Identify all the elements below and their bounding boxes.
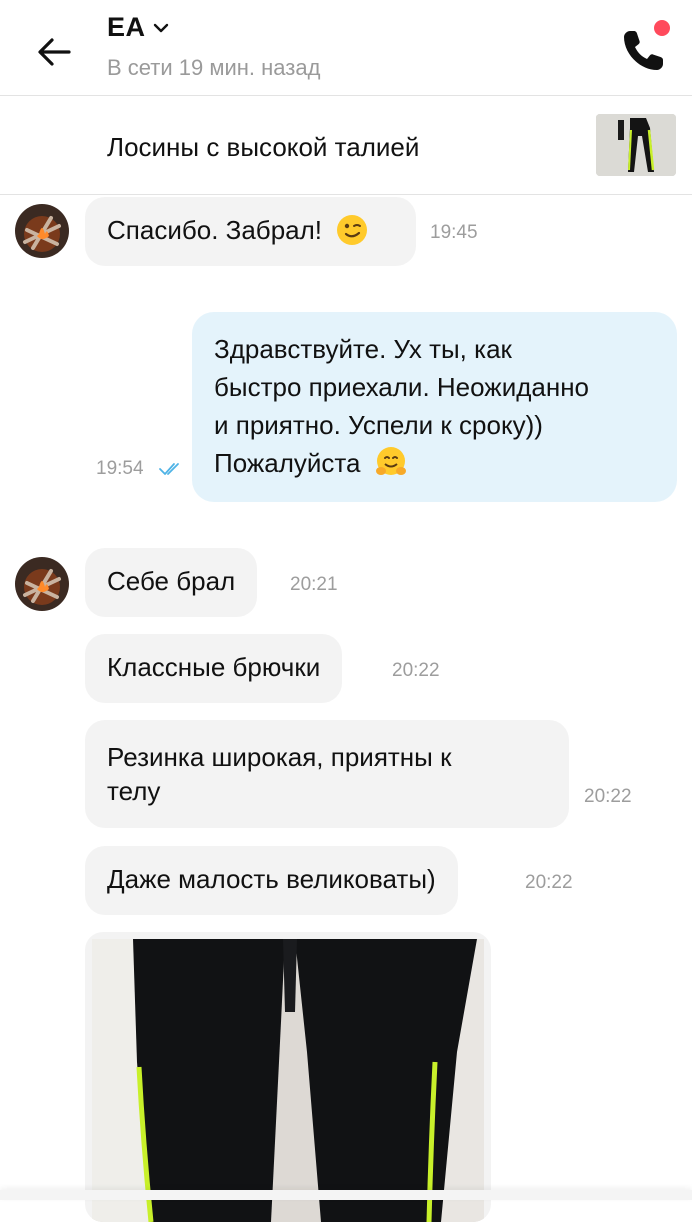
leggings-thumbnail-image (596, 114, 676, 176)
message-bubble[interactable]: Спасибо. Забрал! (85, 197, 416, 266)
chat-header (0, 0, 692, 96)
message-photo[interactable] (85, 932, 491, 1222)
message-text: Классные брючки (107, 652, 321, 682)
message-text: Даже малость великоваты) (107, 864, 436, 894)
message-time: 19:45 (430, 222, 478, 243)
message-text: Спасибо. Забрал! (107, 215, 323, 245)
message-time: 20:22 (392, 660, 440, 681)
message-bubble[interactable]: Себе брал (85, 548, 258, 617)
product-title: Лосины с высокой талией (107, 132, 420, 162)
message-text: Себе брал (107, 566, 236, 596)
read-checkmarks-icon (159, 463, 179, 475)
contact-avatar[interactable] (15, 204, 69, 258)
contact-avatar[interactable] (15, 557, 69, 611)
message-line: телу (107, 776, 161, 806)
message-time: 20:22 (584, 786, 632, 807)
online-status: В сети 19 мин. назад (107, 55, 321, 80)
message-line: и приятно. Успели к сроку)) (214, 410, 543, 440)
contact-name: EA (107, 12, 146, 42)
message-bubble[interactable]: Даже малость великоваты) (85, 846, 458, 915)
campfire-avatar-image (15, 204, 69, 258)
arrow-left-icon (38, 38, 71, 66)
message-bubble[interactable]: Классные брючки (85, 634, 343, 703)
message-line: Здравствуйте. Ух ты, как (214, 334, 512, 364)
back-button[interactable] (30, 28, 78, 76)
unread-dot (654, 20, 670, 36)
message-time: 20:21 (290, 574, 338, 595)
message-bubble-outgoing[interactable]: Здравствуйте. Ух ты, как быстро приехали… (192, 312, 677, 502)
message-line: Резинка широкая, приятны к (107, 742, 452, 772)
bottom-bar (0, 1190, 692, 1200)
message-line: быстро приехали. Неожиданно (214, 372, 590, 402)
hugging-face-icon (375, 447, 406, 476)
message-time: 20:22 (525, 872, 573, 893)
product-thumbnail[interactable] (596, 114, 676, 176)
chevron-down-icon (153, 23, 168, 32)
campfire-avatar-image (15, 557, 69, 611)
message-bubble[interactable]: Резинка широкая, приятны к телу (85, 720, 569, 828)
contact-name-row[interactable]: EA (107, 12, 170, 43)
leggings-photo-image (92, 939, 484, 1222)
winking-face-icon (337, 215, 368, 246)
message-line: Пожалуйста (214, 448, 361, 478)
message-time: 19:54 (96, 458, 144, 479)
